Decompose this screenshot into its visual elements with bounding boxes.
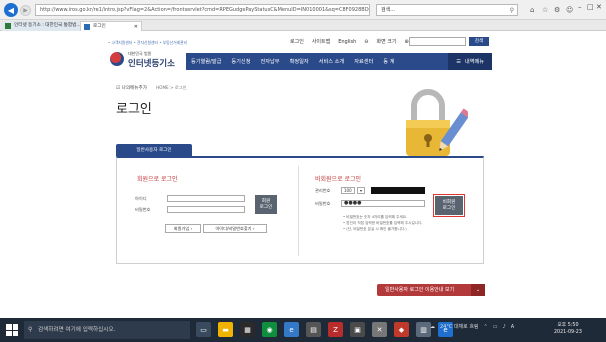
my-menu-button[interactable]: ☰ 내역메뉴 (448, 53, 492, 70)
nav-item[interactable]: 자료센터 (349, 58, 378, 65)
id-label: 아이디 (135, 196, 147, 201)
sitemap-link[interactable]: 사이트맵 (312, 38, 330, 45)
chevron-down-icon[interactable]: ▾ (357, 187, 365, 194)
hamburger-icon: ☰ (456, 58, 461, 65)
zoom-out-icon[interactable]: ⊖ (364, 39, 368, 45)
number-type-select[interactable]: 100 (341, 187, 355, 194)
search-icon: ⚲ (28, 326, 33, 333)
browser-search-input[interactable]: 검색... ⚲ (376, 4, 518, 16)
nav-item[interactable]: 등기열람/발급 (186, 58, 226, 65)
back-arrow-icon[interactable]: ◀ (4, 3, 18, 17)
nav-item[interactable]: 등기신청 (226, 58, 255, 65)
chrome-icon[interactable]: ◉ (262, 322, 277, 337)
filezilla-icon[interactable]: Z (328, 322, 343, 337)
nav-item[interactable]: 서비스 소개 (314, 58, 350, 65)
main-nav: 등기열람/발급 등기신청 전자납부 확정일자 서비스 소개 자료센터 동 계 ☰… (186, 53, 492, 70)
clock-date: 2021-09-23 (554, 330, 582, 335)
chevron-up-icon[interactable]: ⌃ (484, 324, 488, 330)
english-link[interactable]: English (338, 39, 356, 45)
language-indicator[interactable]: A (511, 324, 514, 330)
app-icon[interactable]: ◆ (394, 322, 409, 337)
site-search-button[interactable]: 검색 (469, 37, 489, 46)
taskbar-search-input[interactable]: ⚲ 검색하려면 여기에 입력하십시오. (24, 321, 190, 339)
weather-text[interactable]: 24°C 대체로 흐림 (440, 323, 479, 330)
court-emblem-logo[interactable] (110, 52, 124, 66)
breadcrumb: HOME > 로그인 (156, 85, 187, 90)
volume-icon[interactable]: ♪ (502, 324, 505, 330)
close-icon[interactable]: ✕ (596, 3, 602, 11)
member-login-title: 회원으로 로그인 (137, 176, 178, 183)
redacted-number-input[interactable] (371, 187, 425, 194)
smiley-icon[interactable]: ☺ (566, 6, 573, 14)
app-icon[interactable]: ▣ (350, 322, 365, 337)
chevron-down-icon: ⌄ (471, 284, 485, 296)
quick-links[interactable]: • 고객지원센터 • 전자신청센터 • 부동산거래관리 (108, 40, 187, 46)
network-icon[interactable]: ▭ (493, 324, 498, 330)
checkbox-icon: ☑ (116, 86, 121, 91)
nonmember-password-label: 비밀번호 (315, 201, 331, 206)
nonmember-password-input[interactable]: ●●●● (341, 200, 425, 207)
edge-icon[interactable]: e (284, 322, 299, 337)
login-panel: 회원으로 로그인 아이디 비밀번호 회원 로그인 회원가입 › 아이디/비밀번호… (116, 156, 484, 264)
utility-links: 로그인 사이트맵 English ⊖ 화면 크기 ⊕ (290, 38, 409, 46)
web-page: 로그인 사이트맵 English ⊖ 화면 크기 ⊕ 검색 • 고객지원센터 •… (0, 32, 606, 316)
login-link[interactable]: 로그인 (290, 38, 304, 45)
store-icon[interactable]: ▦ (240, 322, 255, 337)
join-button[interactable]: 회원가입 › (165, 224, 201, 233)
password-label: 비밀번호 (135, 207, 151, 212)
maximize-icon[interactable]: □ (587, 3, 594, 11)
site-favicon-icon (5, 23, 11, 29)
id-input[interactable] (167, 195, 245, 202)
windows-taskbar: ⚲ 검색하려면 여기에 입력하십시오. ▭ ▬ ▦ ◉ e ▤ Z ▣ ✕ ◆ … (0, 318, 606, 342)
tab-close-icon[interactable]: ✕ (134, 22, 138, 32)
browser-tab-strip: 인터넷 등기소 : 대한민국 통합법... 로그인 ✕ (0, 20, 606, 31)
zoom-label: 화면 크기 (376, 39, 397, 45)
app-icon[interactable]: ✕ (372, 322, 387, 337)
search-icon[interactable]: ⚲ (510, 6, 514, 16)
home-icon[interactable]: ⌂ (530, 6, 534, 14)
nav-item[interactable]: 확정일자 (285, 58, 314, 65)
task-view-icon[interactable]: ▭ (196, 322, 211, 337)
taskbar-apps: ▭ ▬ ▦ ◉ e ▤ Z ▣ ✕ ◆ ▥ e (196, 322, 453, 337)
panel-divider (298, 166, 299, 256)
login-guide-button[interactable]: 일반사용자 로그인 이용안내 보기 ⌄ (377, 284, 485, 296)
windows-start-icon[interactable] (6, 324, 18, 336)
favorites-star-icon[interactable]: ☆ (542, 6, 548, 14)
address-bar[interactable]: http://www.iros.go.kr/re1/intro.jsp?vFla… (35, 4, 370, 16)
browser-tab[interactable]: 인터넷 등기소 : 대한민국 통합법... (2, 21, 81, 31)
member-login-button[interactable]: 회원 로그인 (255, 195, 277, 214)
nonmember-login-title: 비회원으로 로그인 (315, 176, 362, 183)
browser-tab-active[interactable]: 로그인 ✕ (80, 21, 142, 31)
forward-arrow-icon[interactable]: ▶ (20, 5, 31, 16)
file-explorer-icon[interactable]: ▬ (218, 322, 233, 337)
site-search-input[interactable] (409, 37, 466, 46)
minimize-icon[interactable]: – (578, 3, 582, 11)
nav-item[interactable]: 동 계 (378, 58, 399, 65)
clock[interactable]: 오후 5:50 2021-09-23 (554, 322, 582, 336)
find-id-password-button[interactable]: 아이디/비밀번호찾기 › (203, 224, 267, 233)
site-logo[interactable]: 인터넷등기소 (128, 57, 175, 69)
ie-favicon-icon (84, 24, 90, 30)
nav-item[interactable]: 전자납부 (255, 58, 284, 65)
page-title: 로그인 (116, 102, 152, 117)
password-input[interactable] (167, 206, 245, 213)
calculator-icon[interactable]: ▤ (306, 322, 321, 337)
browser-toolbar: ◀ ▶ http://www.iros.go.kr/re1/intro.jsp?… (0, 0, 606, 20)
nonmember-login-button[interactable]: 비회원 로그인 (433, 194, 465, 217)
app-icon[interactable]: ▥ (416, 322, 431, 337)
system-tray: ☁ 24°C 대체로 흐림 ⌃ ▭ ♪ A (430, 323, 514, 331)
settings-gear-icon[interactable]: ⚙ (554, 6, 560, 14)
weather-icon[interactable]: ☁ (430, 324, 435, 330)
number-label: 관리번호 (315, 188, 331, 193)
note-line: • (단, 비밀번호 분실 시 확인 불가합니다.) (343, 227, 407, 231)
add-my-menu[interactable]: ☑ 나의메뉴추가 (116, 85, 147, 91)
clock-time: 오후 5:50 (557, 323, 579, 328)
